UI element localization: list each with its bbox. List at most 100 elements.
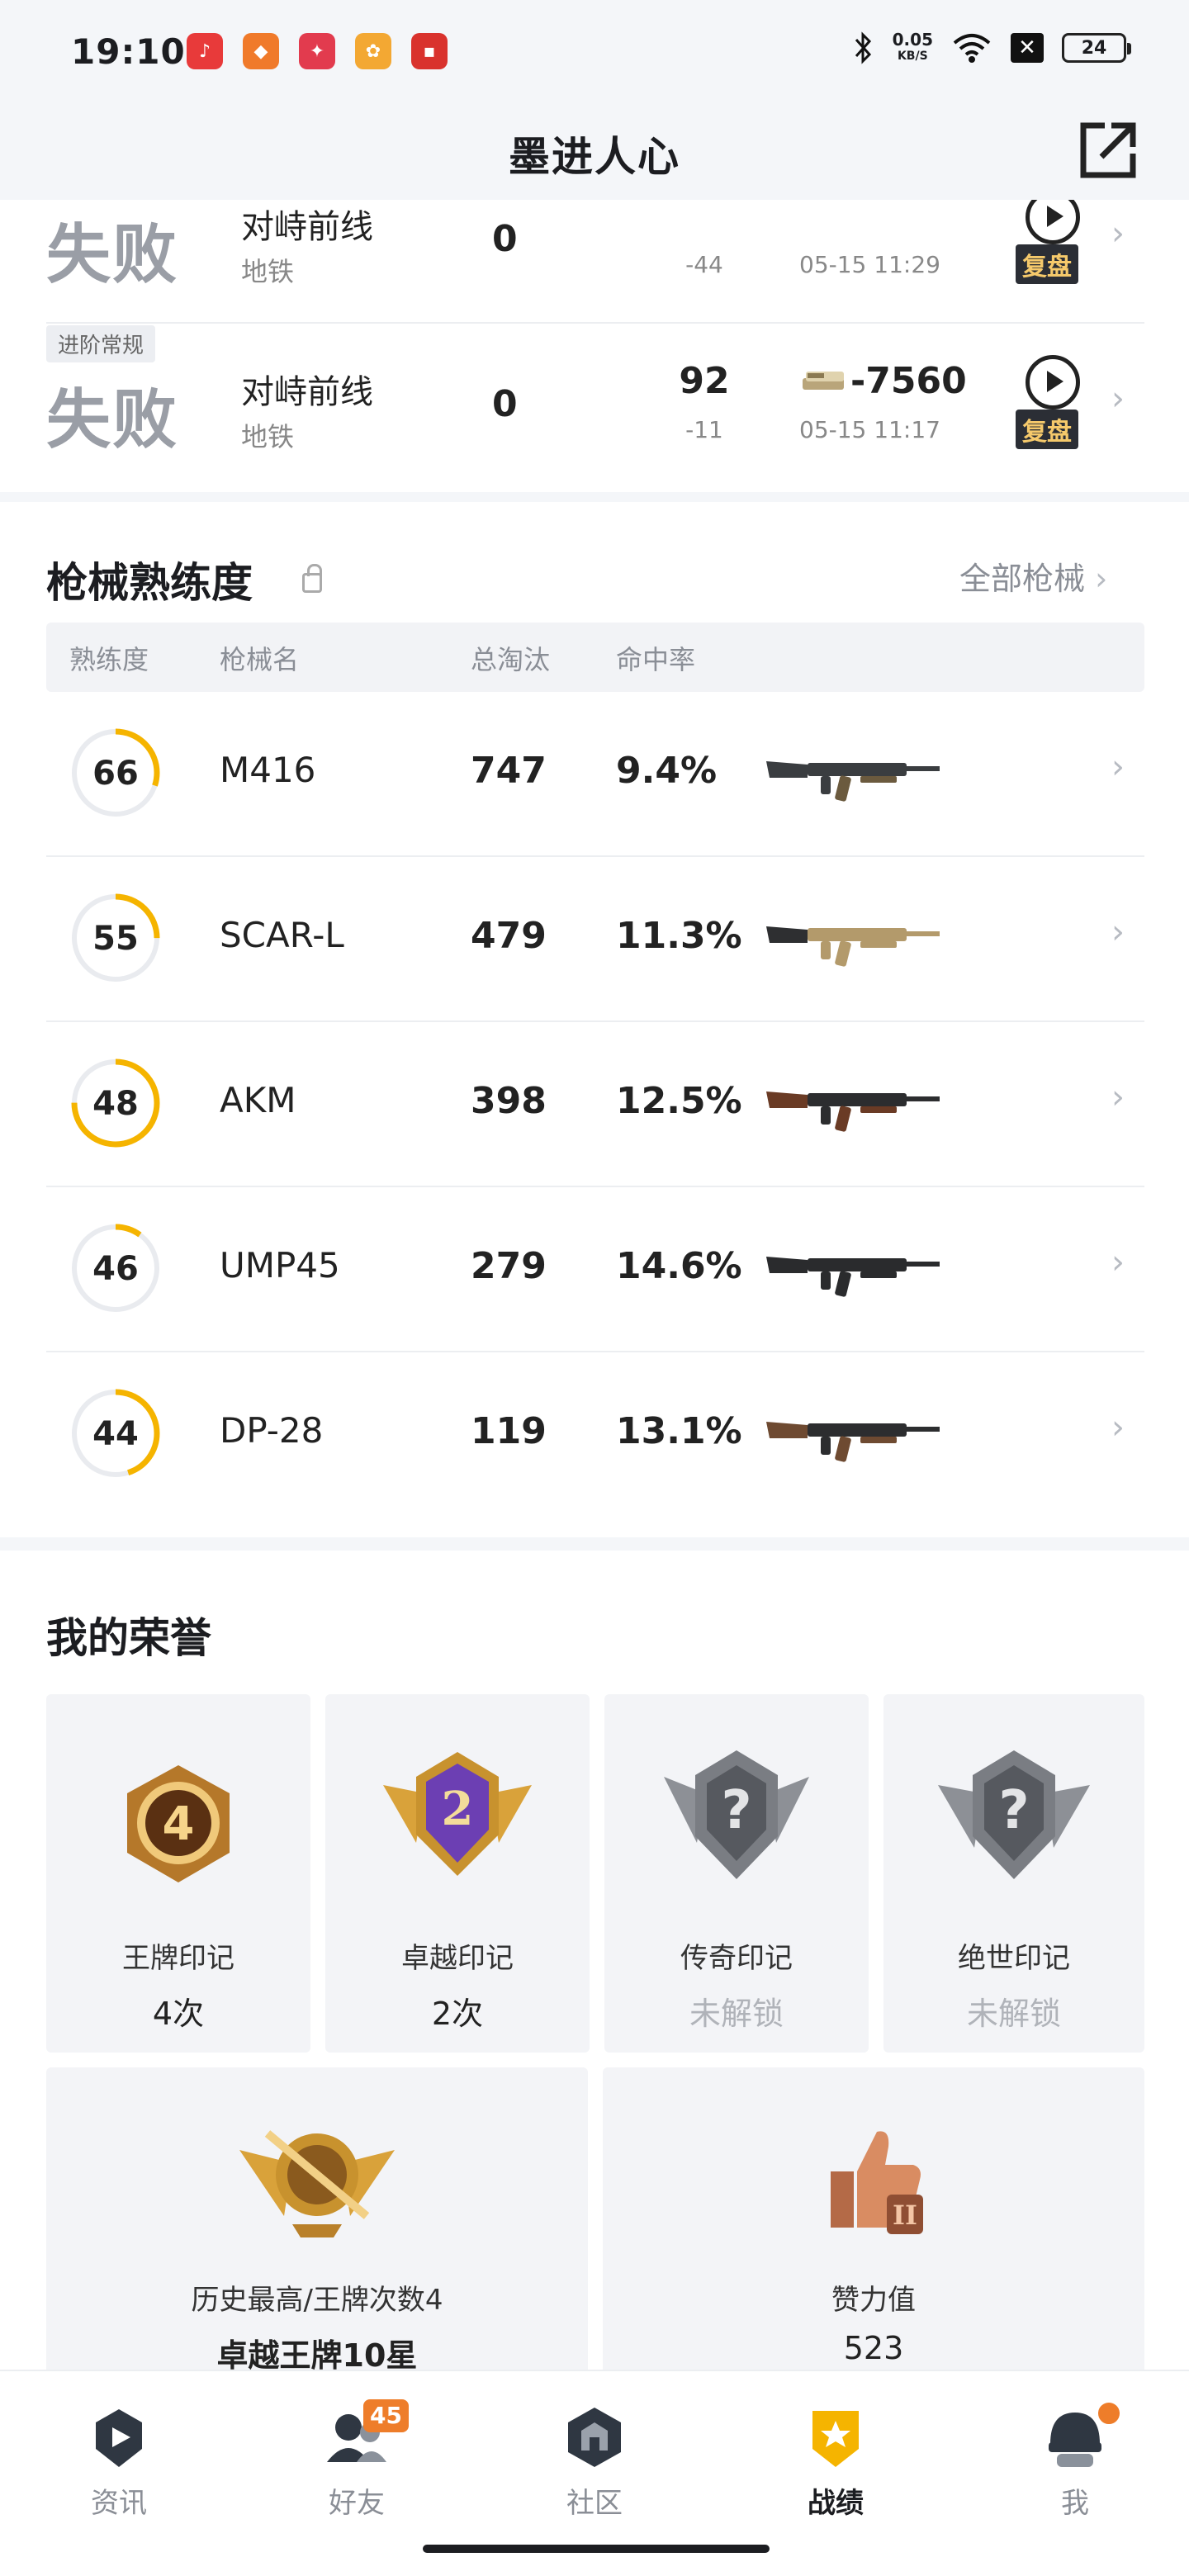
proficiency-ring: 66 [71,728,160,817]
nav-item-friends[interactable]: 45 好友 [291,2399,423,2536]
match-result: 失败 [46,217,179,292]
header-weapon-name: 枪械名 [220,644,300,675]
weapon-name: SCAR-L [220,915,344,955]
honor-value: 未解锁 [966,1996,1061,2032]
replay-button[interactable]: 复盘 [1016,410,1078,449]
nav-item-profile[interactable]: 我 [1009,2399,1141,2536]
replay-icon[interactable] [1026,355,1080,410]
sim-icon: ✕ [1011,33,1044,63]
section-title-honor: 我的荣誉 [46,1614,211,1662]
supreme-badge-text: ? [998,1780,1029,1841]
scroll-content[interactable]: 失败 对峙前线 地铁 0 -44 05-15 11:29 复盘 › 进阶常规 失… [0,200,1189,2370]
honor-label: 传奇印记 [680,1942,793,1975]
nav-label: 战绩 [808,2487,864,2520]
replay-button[interactable]: 复盘 [1016,244,1078,284]
match-list: 失败 对峙前线 地铁 0 -44 05-15 11:29 复盘 › 进阶常规 失… [0,200,1189,492]
chevron-right-icon: › [1111,1078,1125,1116]
proficiency-value: 66 [92,755,139,793]
honor-card-ace[interactable]: 4 王牌印记 4次 [46,1694,310,2053]
weapon-row[interactable]: 66 M416 747 9.4% › [46,692,1144,857]
honor-card-supreme[interactable]: ? 绝世印记 未解锁 [883,1694,1144,2053]
nav-item-news[interactable]: 资讯 [53,2404,185,2536]
shopping-app-icon: ✦ [299,33,335,69]
match-tag: 进阶常规 [46,325,156,362]
chevron-right-icon: › [1111,913,1125,951]
all-weapons-link[interactable]: 全部枪械 › [959,553,1107,599]
music-app-icon: ♪ [187,33,223,69]
home-indicator[interactable] [423,2545,770,2553]
ace-badge-text: 4 [163,1797,195,1851]
weapon-row[interactable]: 44 DP-28 119 13.1% › [46,1352,1144,1518]
proficiency-ring: 44 [71,1389,160,1478]
honor-card-highest-rank[interactable]: 历史最高/王牌次数4 卓越王牌10星 [46,2067,588,2370]
legend-badge-text: ? [721,1780,751,1841]
game-app-icon: ◆ [243,33,279,69]
proficiency-value: 44 [92,1415,139,1453]
photo-app-icon: ✿ [355,33,391,69]
bluetooth-icon [855,31,871,64]
record-icon [812,2411,859,2467]
match-map: 地铁 [241,256,295,287]
match-row[interactable]: 进阶常规 失败 对峙前线 地铁 0 92 -11 -7560 05-15 11:… [46,324,1144,489]
network-speed: 0.05 KB/S [893,31,933,64]
wifi-icon [953,34,991,63]
legend-badge-icon: ? [664,1750,809,1879]
weapon-row[interactable]: 55 SCAR-L 479 11.3% › [46,857,1144,1022]
honor-value: 未解锁 [689,1996,784,2032]
speed-unit: KB/S [897,50,928,63]
honor-card-elite[interactable]: 2 卓越印记 2次 [325,1694,590,2053]
match-map: 地铁 [241,421,295,452]
speed-value: 0.05 [892,30,933,50]
all-weapons-label: 全部枪械 [959,561,1086,597]
replay-icon[interactable] [1026,200,1080,244]
nav-label: 资讯 [91,2487,147,2520]
elite-badge-icon: 2 [383,1752,532,1876]
status-bar: 19:10 ♪ ◆ ✦ ✿ ▪ 0.05 KB/S ✕ 24 [0,0,1189,102]
weapon-hit-rate: 13.1% [616,1410,742,1452]
match-mode: 对峙前线 [241,208,373,246]
news-app-icon: ▪ [411,33,448,69]
weapon-total-kills: 279 [471,1245,547,1287]
weapon-image [766,926,940,967]
match-score: 92 [679,360,730,402]
share-button[interactable] [1077,119,1139,182]
chevron-right-icon: › [1111,748,1125,786]
nav-item-community[interactable]: 社区 [528,2404,661,2536]
nav-item-record[interactable]: 战绩 [770,2404,902,2536]
honor-card-legend[interactable]: ? 传奇印记 未解锁 [604,1694,869,2053]
lock-icon[interactable] [302,564,322,593]
page-title: 墨进人心 [509,133,680,181]
match-coins: -7560 [850,360,967,402]
weapon-name: DP-28 [220,1410,324,1451]
match-result: 失败 [46,382,179,457]
match-kills: 0 [492,218,518,260]
nav-label: 好友 [329,2487,385,2520]
match-score-delta: -44 [685,251,723,278]
battery-level: 24 [1081,37,1107,59]
weapon-image [766,761,940,802]
ace-badge-icon: 4 [127,1765,230,1882]
match-time: 05-15 11:29 [799,251,940,278]
match-mode: 对峙前线 [241,373,373,411]
elite-badge-text: 2 [442,1782,474,1836]
match-time: 05-15 11:17 [799,416,940,443]
honor-label: 绝世印记 [958,1942,1070,1975]
match-row[interactable]: 失败 对峙前线 地铁 0 -44 05-15 11:29 复盘 › [46,200,1144,324]
proficiency-value: 48 [92,1085,139,1123]
weapon-name: UMP45 [220,1245,340,1286]
header-hit-rate: 命中率 [616,644,696,675]
honor-label: 王牌印记 [122,1942,234,1975]
weapon-name: M416 [220,750,316,790]
honor-value: 2次 [431,1996,484,2032]
weapon-row[interactable]: 48 AKM 398 12.5% › [46,1022,1144,1187]
weapon-row[interactable]: 46 UMP45 279 14.6% › [46,1187,1144,1352]
weapon-image [766,1422,940,1462]
nav-label: 我 [1061,2487,1089,2520]
friends-badge: 45 [363,2399,409,2432]
chevron-right-icon: › [1111,1409,1125,1447]
honor-card-likes[interactable]: II 赞力值 523 [603,2067,1144,2370]
weapon-total-kills: 398 [471,1080,547,1122]
weapon-hit-rate: 12.5% [616,1080,742,1122]
weapon-hit-rate: 14.6% [616,1245,742,1287]
weapon-total-kills: 747 [471,750,547,792]
